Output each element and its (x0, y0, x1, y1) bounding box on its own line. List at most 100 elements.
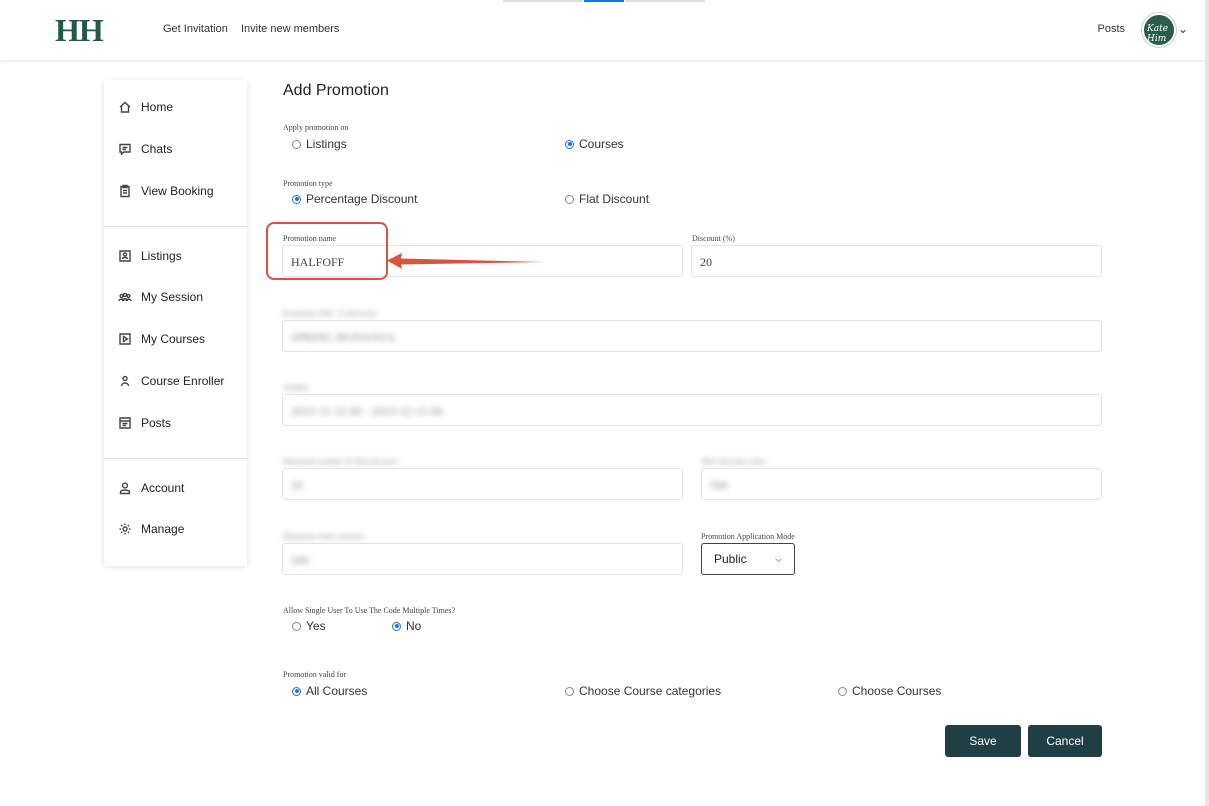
sidebar-item-my-courses[interactable]: My Courses (118, 332, 205, 346)
radio-dot (565, 139, 574, 149)
group-icon (118, 290, 132, 304)
blurred-label-3: Maximum number of allowed users (283, 457, 398, 466)
blurred-value: 20 (291, 478, 303, 492)
sidebar-item-label: Course Enroller (141, 374, 225, 388)
radio-dot (292, 194, 301, 204)
select-value: Public (714, 552, 747, 566)
sidebar-divider (104, 458, 247, 459)
sidebar-item-label: Posts (141, 416, 172, 430)
radio-label: All Courses (306, 684, 368, 698)
radio-dot (565, 194, 574, 204)
listing-icon (118, 249, 132, 263)
blurred-value: 500 (710, 478, 728, 492)
discount-input[interactable]: 20 (691, 245, 1102, 277)
blurred-label-4: Max discount value (702, 457, 766, 466)
nav-get-invitation[interactable]: Get Invitation (163, 23, 228, 35)
sidebar-item-label: My Session (141, 290, 204, 304)
radio-no[interactable]: No (392, 619, 421, 633)
radio-dot (392, 621, 401, 631)
annotation-arrow (387, 253, 545, 269)
home-icon (118, 100, 132, 114)
sidebar-item-listings[interactable]: Listings (118, 249, 182, 263)
page-title: Add Promotion (283, 82, 389, 99)
multi-use-label: Allow Single User To Use The Code Multip… (283, 606, 456, 615)
chevron-down-icon[interactable]: ⌄ (1178, 22, 1188, 36)
max-users-input[interactable]: 20 (282, 468, 683, 500)
radio-label: Percentage Discount (306, 192, 418, 206)
radio-label: Choose Courses (852, 684, 942, 698)
radio-choose-courses[interactable]: Choose Courses (838, 684, 941, 698)
radio-label: Yes (306, 619, 326, 633)
nav-posts[interactable]: Posts (1097, 23, 1125, 35)
application-mode-select[interactable]: Public ⌵ (701, 543, 795, 575)
sidebar-item-posts[interactable]: Posts (118, 416, 171, 430)
blurred-label-1: Promotion Title / E-Interview (283, 309, 378, 318)
radio-label: Flat Discount (579, 192, 650, 206)
radio-dot (292, 686, 301, 696)
promotion-code-input[interactable]: SPRING BONANZA (282, 320, 1102, 352)
blurred-label-5: Minimum Order Amount (283, 532, 364, 541)
sidebar-item-course-enroller[interactable]: Course Enroller (118, 374, 224, 388)
radio-label: No (406, 619, 422, 633)
logo[interactable]: HH (55, 12, 104, 49)
sidebar-item-chats[interactable]: Chats (118, 142, 172, 156)
post-icon (118, 416, 132, 430)
user-icon (118, 374, 132, 388)
sidebar-divider (104, 226, 247, 227)
radio-label: Choose Course categories (579, 684, 722, 698)
nav-invite-members[interactable]: Invite new members (241, 23, 339, 35)
scrollbar[interactable] (1205, 0, 1209, 806)
radio-yes[interactable]: Yes (292, 619, 326, 633)
sidebar-item-label: Manage (141, 522, 185, 536)
blurred-value: 500 (291, 553, 309, 567)
apply-on-label: Apply promotion on (283, 123, 349, 132)
validity-input[interactable]: 2023-11-12 00 - 2023-12-15 00 (282, 394, 1102, 426)
promotion-type-label: Promotion type (283, 179, 333, 188)
progress-track (503, 0, 583, 2)
progress-indicator (584, 0, 624, 2)
radio-dot (292, 139, 301, 149)
blurred-value: SPRING BONANZA (291, 330, 396, 344)
min-order-input[interactable]: 500 (282, 543, 683, 575)
radio-dot (292, 621, 301, 631)
avatar-signature: Kate Him (1147, 24, 1169, 44)
sidebar-item-label: Chats (141, 142, 173, 156)
progress-track-end (625, 0, 705, 2)
blurred-value: 2023-11-12 00 - 2023-12-15 00 (291, 404, 443, 418)
radio-label: Listings (306, 137, 347, 151)
sidebar-item-view-booking[interactable]: View Booking (118, 184, 214, 198)
sidebar-item-account[interactable]: Account (118, 481, 184, 495)
radio-dot (565, 686, 574, 696)
discount-label: Discount (%) (692, 234, 735, 243)
save-button[interactable]: Save (945, 725, 1021, 757)
valid-for-label: Promotion valid for (283, 670, 347, 679)
sidebar-item-manage[interactable]: Manage (118, 522, 184, 536)
sidebar-item-label: Listings (141, 249, 182, 263)
sidebar: Home Chats View Booking Listings My Sess… (104, 80, 247, 566)
top-bar: HH Get Invitation Invite new members Pos… (0, 0, 1209, 60)
cancel-button[interactable]: Cancel (1028, 725, 1102, 757)
sidebar-item-label: Home (141, 100, 174, 114)
avatar[interactable]: Kate Him (1142, 13, 1176, 47)
radio-all-courses[interactable]: All Courses (292, 684, 367, 698)
radio-courses[interactable]: Courses (565, 137, 624, 151)
sidebar-item-label: My Courses (141, 332, 206, 346)
sidebar-item-my-session[interactable]: My Session (118, 290, 203, 304)
radio-choose-categories[interactable]: Choose Course categories (565, 684, 721, 698)
radio-percentage-discount[interactable]: Percentage Discount (292, 192, 417, 206)
blurred-label-2: Validity (283, 383, 309, 392)
sidebar-item-label: Account (141, 481, 185, 495)
clipboard-icon (118, 184, 132, 198)
chevron-down-icon: ⌵ (775, 553, 782, 564)
sidebar-item-label: View Booking (141, 184, 214, 198)
radio-label: Courses (579, 137, 624, 151)
chat-icon (118, 142, 132, 156)
play-square-icon (118, 332, 132, 346)
radio-listings[interactable]: Listings (292, 137, 347, 151)
sidebar-item-home[interactable]: Home (118, 100, 173, 114)
gear-icon (118, 522, 132, 536)
radio-dot (838, 686, 847, 696)
radio-flat-discount[interactable]: Flat Discount (565, 192, 649, 206)
account-icon (118, 481, 132, 495)
max-discount-input[interactable]: 500 (701, 468, 1102, 500)
